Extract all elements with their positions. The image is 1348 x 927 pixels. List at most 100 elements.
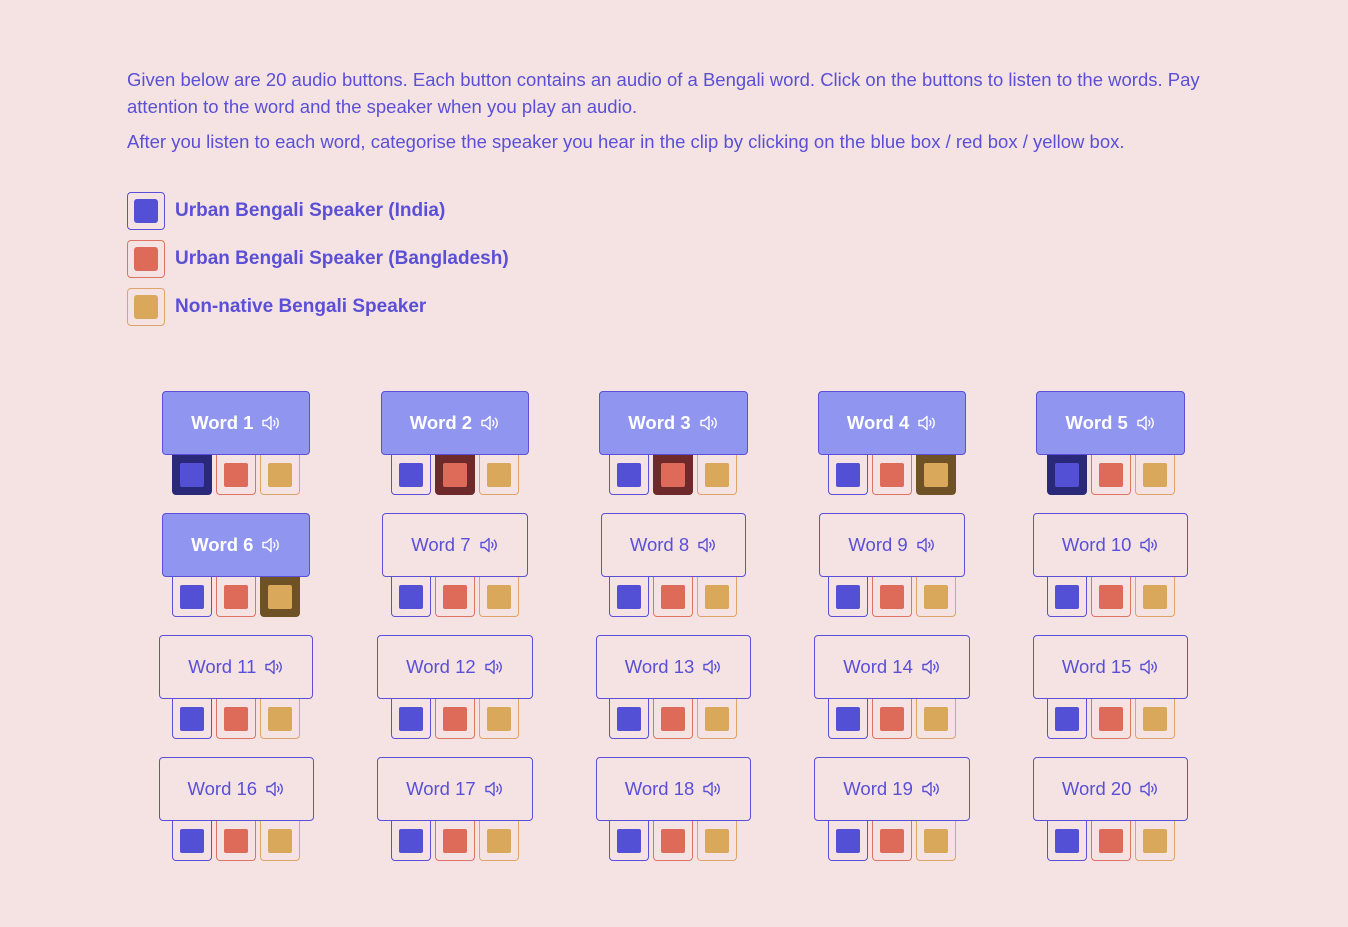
word-audio-button[interactable]: Word 12 — [377, 635, 533, 699]
blue-category-box[interactable] — [172, 821, 213, 861]
blue-swatch — [180, 584, 205, 609]
word-audio-button[interactable]: Word 6 — [162, 513, 311, 577]
word-audio-button[interactable]: Word 5 — [1036, 391, 1185, 455]
red-swatch — [224, 706, 249, 731]
blue-category-box[interactable] — [609, 455, 650, 495]
yellow-category-box[interactable] — [916, 577, 957, 617]
yellow-category-box[interactable] — [1134, 455, 1175, 495]
blue-category-box[interactable] — [390, 821, 431, 861]
red-category-box[interactable] — [1090, 455, 1131, 495]
blue-category-box[interactable] — [1046, 821, 1087, 861]
speaker-icon — [480, 414, 500, 432]
yellow-category-box[interactable] — [697, 577, 738, 617]
word-audio-button[interactable]: Word 10 — [1032, 513, 1189, 577]
yellow-category-box[interactable] — [916, 821, 957, 861]
blue-category-box[interactable] — [172, 455, 213, 495]
yellow-category-box[interactable] — [1134, 699, 1175, 739]
blue-category-box[interactable] — [828, 577, 869, 617]
word-audio-button[interactable]: Word 17 — [377, 757, 533, 821]
red-category-box[interactable] — [1090, 821, 1131, 861]
red-category-box[interactable] — [1090, 577, 1131, 617]
word-audio-button[interactable]: Word 7 — [382, 513, 528, 577]
word-label: Word 18 — [624, 778, 695, 799]
yellow-category-box[interactable] — [478, 577, 519, 617]
word-cell: Word 7 — [346, 513, 565, 635]
blue-category-box[interactable] — [1046, 577, 1087, 617]
red-category-box[interactable] — [434, 699, 475, 739]
blue-category-box[interactable] — [828, 821, 869, 861]
word-cell: Word 9 — [783, 513, 1002, 635]
red-category-box[interactable] — [434, 821, 475, 861]
blue-category-box[interactable] — [828, 699, 869, 739]
word-audio-button[interactable]: Word 4 — [817, 391, 967, 455]
yellow-category-box[interactable] — [260, 455, 301, 495]
red-category-box[interactable] — [216, 455, 257, 495]
red-category-box[interactable] — [216, 699, 257, 739]
word-label: Word 15 — [1061, 656, 1132, 677]
blue-category-box[interactable] — [609, 577, 650, 617]
yellow-swatch — [486, 584, 511, 609]
word-audio-button[interactable]: Word 9 — [819, 513, 965, 577]
yellow-category-box[interactable] — [260, 699, 301, 739]
word-audio-button[interactable]: Word 16 — [158, 757, 315, 821]
yellow-category-box[interactable] — [478, 821, 519, 861]
word-audio-button[interactable]: Word 20 — [1032, 757, 1189, 821]
red-category-box[interactable] — [872, 821, 913, 861]
yellow-category-box[interactable] — [1134, 577, 1175, 617]
word-audio-button[interactable]: Word 14 — [814, 635, 970, 699]
red-category-box[interactable] — [434, 577, 475, 617]
blue-category-box[interactable] — [828, 455, 869, 495]
yellow-category-box[interactable] — [478, 699, 519, 739]
word-audio-button[interactable]: Word 18 — [595, 757, 752, 821]
category-boxes — [609, 821, 738, 861]
yellow-category-box[interactable] — [478, 455, 519, 495]
red-category-box[interactable] — [216, 821, 257, 861]
yellow-swatch — [486, 706, 511, 731]
yellow-category-box[interactable] — [260, 821, 301, 861]
word-audio-button[interactable]: Word 11 — [159, 635, 314, 699]
red-category-box[interactable] — [653, 699, 694, 739]
yellow-category-box[interactable] — [697, 699, 738, 739]
blue-category-box[interactable] — [172, 699, 213, 739]
yellow-swatch — [134, 295, 158, 319]
yellow-category-box[interactable] — [697, 821, 738, 861]
red-category-box[interactable] — [1090, 699, 1131, 739]
word-audio-button[interactable]: Word 13 — [595, 635, 752, 699]
word-audio-button[interactable]: Word 1 — [162, 391, 311, 455]
red-category-box[interactable] — [434, 455, 475, 495]
word-audio-button[interactable]: Word 19 — [814, 757, 970, 821]
word-audio-button[interactable]: Word 2 — [380, 391, 530, 455]
blue-category-box[interactable] — [1046, 699, 1087, 739]
yellow-category-box[interactable] — [1134, 821, 1175, 861]
word-label: Word 7 — [411, 534, 471, 555]
word-cell: Word 15 — [1001, 635, 1220, 757]
blue-category-box[interactable] — [1046, 455, 1087, 495]
yellow-category-box[interactable] — [697, 455, 738, 495]
word-label: Word 13 — [624, 656, 695, 677]
blue-category-box[interactable] — [390, 455, 431, 495]
blue-category-box[interactable] — [609, 821, 650, 861]
yellow-category-box[interactable] — [916, 455, 957, 495]
yellow-category-box[interactable] — [260, 577, 301, 617]
red-swatch — [1098, 828, 1123, 853]
red-category-box[interactable] — [216, 577, 257, 617]
legend-item-india: Urban Bengali Speaker (India) — [127, 191, 509, 231]
yellow-category-box[interactable] — [916, 699, 957, 739]
blue-category-box[interactable] — [390, 577, 431, 617]
red-category-box[interactable] — [653, 577, 694, 617]
red-category-box[interactable] — [653, 455, 694, 495]
red-category-box[interactable] — [872, 699, 913, 739]
word-audio-button[interactable]: Word 8 — [600, 513, 747, 577]
word-audio-button[interactable]: Word 15 — [1032, 635, 1189, 699]
blue-category-box[interactable] — [390, 699, 431, 739]
red-category-box[interactable] — [872, 455, 913, 495]
red-swatch — [880, 828, 905, 853]
blue-category-box[interactable] — [609, 699, 650, 739]
yellow-swatch — [924, 462, 949, 487]
blue-category-box[interactable] — [172, 577, 213, 617]
red-category-box[interactable] — [872, 577, 913, 617]
word-audio-button[interactable]: Word 3 — [599, 391, 748, 455]
red-swatch — [661, 828, 686, 853]
red-category-box[interactable] — [653, 821, 694, 861]
speaker-icon — [479, 536, 499, 554]
